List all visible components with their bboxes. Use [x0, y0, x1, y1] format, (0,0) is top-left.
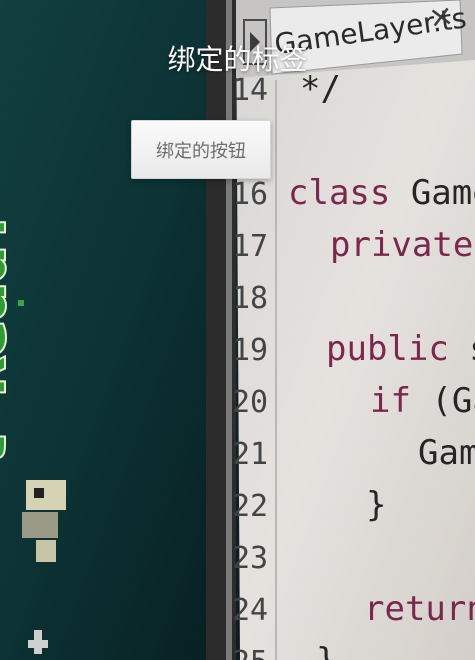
bound-button[interactable]: 绑定的按钮 [131, 120, 271, 179]
bound-label: 绑定的标签 [167, 43, 308, 76]
game-banner: t Read! [0, 207, 21, 472]
background-photo: t Read! GameLayer.ts × 14151617181920212… [0, 0, 475, 660]
game-banner-text: t Read! [0, 209, 19, 470]
